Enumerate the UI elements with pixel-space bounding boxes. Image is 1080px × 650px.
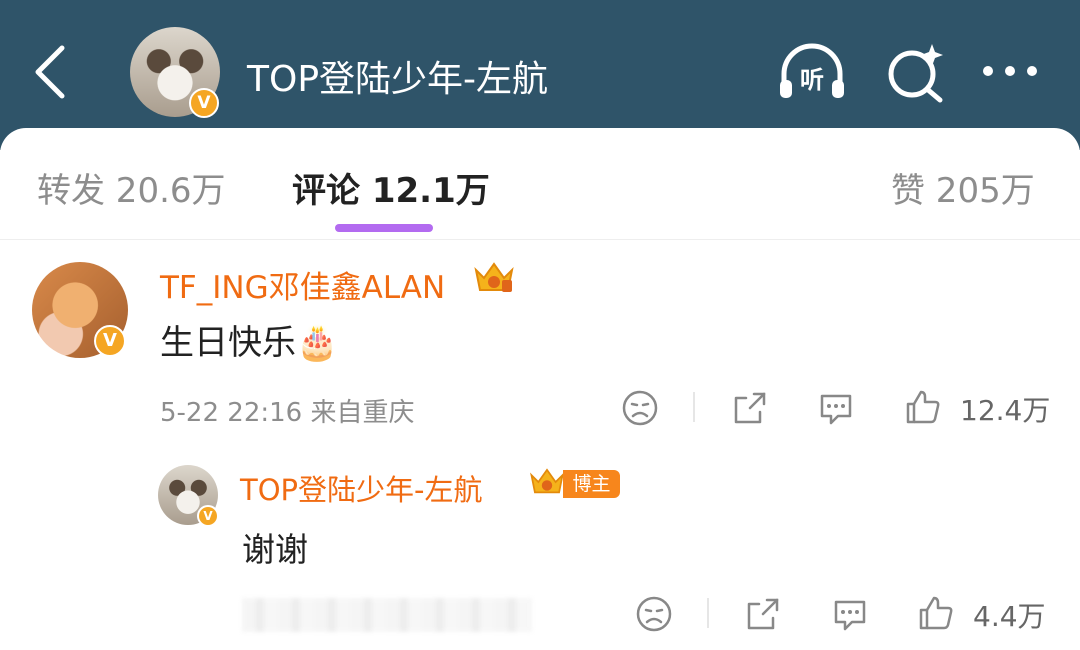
tabs-divider xyxy=(0,239,1080,240)
more-dots-icon xyxy=(983,66,1037,76)
more-button[interactable] xyxy=(978,40,1050,106)
comment-location: 来自重庆 xyxy=(310,398,415,428)
listen-button[interactable]: 听 xyxy=(776,40,848,106)
share-icon[interactable] xyxy=(730,388,770,428)
comment-bubble-icon[interactable] xyxy=(816,388,856,428)
fan-crown-icon xyxy=(474,262,514,292)
listen-headphones-icon: 听 xyxy=(780,43,844,98)
back-button[interactable] xyxy=(22,40,82,104)
cake-emoji: 🎂 xyxy=(296,323,339,363)
reply-like-count: 4.4万 xyxy=(973,600,1046,633)
share-icon[interactable] xyxy=(743,594,783,634)
blogger-tag: 博主 xyxy=(563,470,620,498)
like-thumb-icon[interactable] xyxy=(916,593,956,633)
verified-badge-icon: V xyxy=(189,88,219,118)
comment-meta: 5-22 22:16 来自重庆 xyxy=(160,392,414,429)
dislike-face-icon[interactable] xyxy=(620,388,660,428)
tab-comments[interactable]: 评论 12.1万 xyxy=(292,163,490,212)
tab-repost[interactable]: 转发 20.6万 xyxy=(37,163,226,212)
active-tab-indicator xyxy=(335,224,433,232)
author-name[interactable]: TOP登陆少年-左航 xyxy=(247,50,548,102)
comment-time: 5-22 22:16 xyxy=(160,398,303,428)
comment-like-count: 12.4万 xyxy=(960,394,1051,427)
like-thumb-icon[interactable] xyxy=(903,387,943,427)
search-button[interactable] xyxy=(880,40,952,106)
commenter-name[interactable]: TF_ING邓佳鑫ALAN xyxy=(160,262,445,307)
search-sparkle-icon xyxy=(888,44,943,103)
action-divider xyxy=(707,598,709,628)
action-divider xyxy=(693,392,695,422)
comment-body: 生日快乐🎂 xyxy=(160,315,338,364)
listen-label: 听 xyxy=(800,66,824,94)
comment-bubble-icon[interactable] xyxy=(830,594,870,634)
fan-crown-icon xyxy=(530,468,564,494)
reply-text: 谢谢 xyxy=(242,530,308,569)
comment-text: 生日快乐 xyxy=(160,323,296,363)
dislike-face-icon[interactable] xyxy=(634,594,674,634)
tab-likes[interactable]: 赞 205万 xyxy=(891,163,1035,212)
reply-meta-blurred xyxy=(242,598,532,632)
verified-badge-icon: V xyxy=(197,505,219,527)
reply-author-name[interactable]: TOP登陆少年-左航 xyxy=(240,467,483,509)
back-arrow-icon xyxy=(35,45,65,99)
verified-badge-icon: V xyxy=(94,325,126,357)
